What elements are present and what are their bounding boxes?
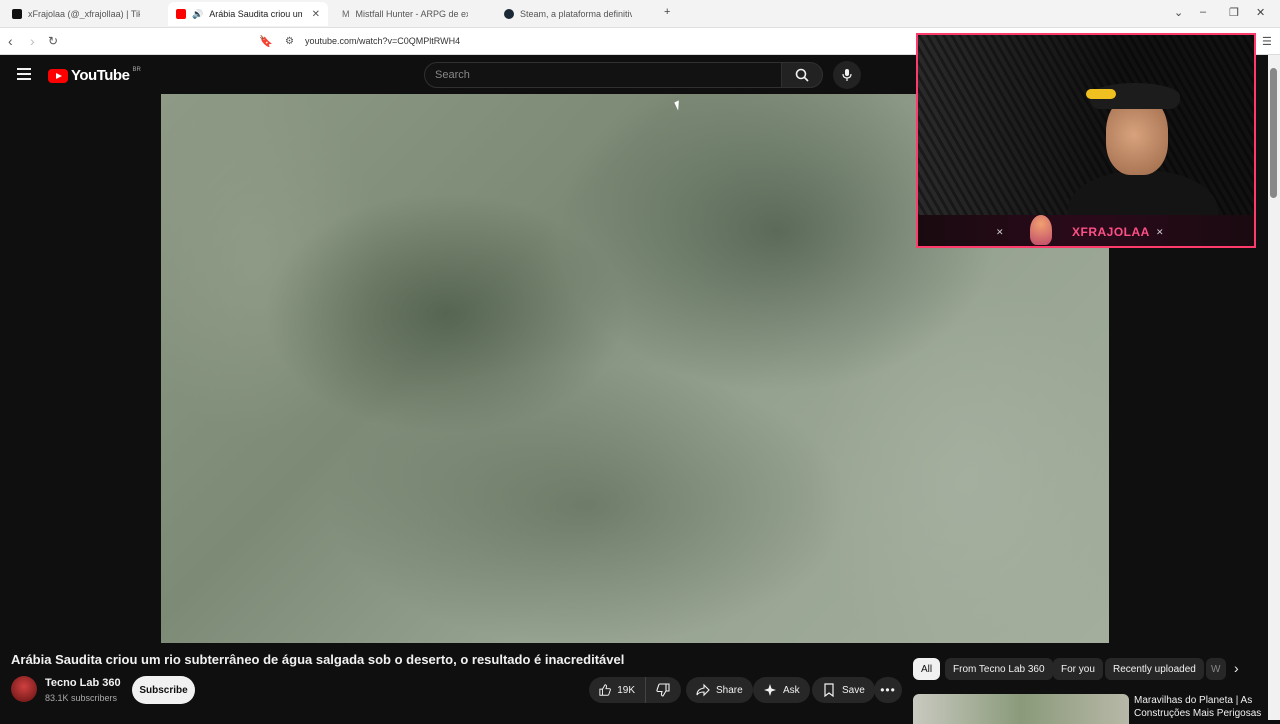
tab-steam[interactable]: Steam, a plataforma definitiva de jog xyxy=(496,2,656,26)
ask-label: Ask xyxy=(783,684,800,696)
new-tab-icon[interactable]: + xyxy=(664,6,670,18)
chip-from-channel[interactable]: From Tecno Lab 360 xyxy=(945,658,1053,680)
like-button[interactable]: 19K xyxy=(589,677,645,703)
voice-search-button[interactable] xyxy=(833,61,861,89)
country-code: BR xyxy=(132,66,141,73)
more-horizontal-icon: ••• xyxy=(880,683,896,697)
chip-for-you[interactable]: For you xyxy=(1053,658,1103,680)
bookmark-save-icon xyxy=(824,683,834,697)
steam-icon xyxy=(504,9,514,19)
browser-menu-icon[interactable]: ☰ xyxy=(1262,35,1272,48)
dislike-button[interactable] xyxy=(645,677,681,703)
close-tab-icon[interactable]: ✕ xyxy=(312,9,320,20)
youtube-play-icon xyxy=(48,68,68,83)
microphone-icon xyxy=(842,69,852,81)
tab-title: Steam, a plataforma definitiva de jog xyxy=(520,9,632,19)
tab-youtube-video[interactable]: 🔊 Arábia Saudita criou um rio s ✕ xyxy=(168,2,328,26)
like-count: 19K xyxy=(617,684,635,696)
gmail-icon: M xyxy=(342,9,350,19)
banner-x-icon: ✕ xyxy=(996,227,1004,237)
thumbs-up-icon xyxy=(599,684,611,696)
thumbs-down-icon xyxy=(656,683,670,697)
channel-avatar[interactable] xyxy=(11,676,37,702)
forward-icon[interactable]: › xyxy=(30,33,35,49)
save-button[interactable]: Save xyxy=(812,677,875,703)
share-icon xyxy=(696,683,710,697)
url-field[interactable]: youtube.com/watch?v=C0QMPltRWH4 xyxy=(305,36,460,46)
minimize-icon[interactable]: – xyxy=(1200,6,1206,18)
subscribe-button[interactable]: Subscribe xyxy=(132,676,195,704)
streamer-cap-brim xyxy=(1086,89,1116,99)
chevron-right-icon[interactable]: › xyxy=(1234,660,1239,676)
search-button[interactable] xyxy=(781,62,823,88)
search-input[interactable]: Search xyxy=(424,62,782,88)
subscriber-count: 83.1K subscribers xyxy=(45,693,118,703)
youtube-icon xyxy=(176,9,186,19)
close-window-icon[interactable]: ✕ xyxy=(1256,6,1265,19)
tab-tiktok[interactable]: xFrajolaa (@_xfrajollaa) | TikTok xyxy=(4,2,164,26)
tab-title: Arábia Saudita criou um rio s xyxy=(209,9,302,19)
tiktok-icon xyxy=(12,9,22,19)
tab-title: xFrajolaa (@_xfrajollaa) | TikTok xyxy=(28,9,140,19)
speaker-icon: 🔊 xyxy=(192,8,204,19)
search-icon xyxy=(795,68,809,82)
ask-button[interactable]: Ask xyxy=(753,677,810,703)
video-title: Arábia Saudita criou um rio subterrâneo … xyxy=(11,652,625,667)
reload-icon[interactable]: ↻ xyxy=(48,34,58,48)
share-label: Share xyxy=(716,684,743,696)
logo-text: YouTube xyxy=(71,67,130,84)
bookmark-icon[interactable]: 🔖 xyxy=(259,35,273,48)
save-label: Save xyxy=(842,684,865,696)
recommended-video-title[interactable]: Maravilhas do Planeta | As Construções M… xyxy=(1134,694,1264,720)
search-placeholder: Search xyxy=(435,69,470,81)
back-icon[interactable]: ‹ xyxy=(8,33,13,49)
tab-list-icon[interactable]: ⌄ xyxy=(1174,6,1183,19)
tab-mistfall[interactable]: M Mistfall Hunter - ARPG de extração d xyxy=(334,2,494,26)
chip-all[interactable]: All xyxy=(913,658,941,680)
site-info-icon[interactable]: ⚙ xyxy=(285,36,294,47)
banner-x-icon: ✕ xyxy=(1156,227,1164,237)
webcam-overlay: ✕ XFRAJOLAA ✕ xyxy=(916,33,1256,248)
channel-name[interactable]: Tecno Lab 360 xyxy=(45,677,121,689)
share-button[interactable]: Share xyxy=(686,677,753,703)
maximize-icon[interactable]: ❐ xyxy=(1229,6,1239,19)
mascot-icon xyxy=(1030,215,1052,245)
chip-partial[interactable]: W xyxy=(1206,658,1226,680)
youtube-logo[interactable]: YouTube BR xyxy=(48,67,141,84)
browser-tab-bar: xFrajolaa (@_xfrajollaa) | TikTok 🔊 Aráb… xyxy=(0,0,1280,28)
hamburger-menu-icon[interactable] xyxy=(17,68,31,80)
sparkle-icon xyxy=(764,684,776,696)
more-actions-button[interactable]: ••• xyxy=(874,677,902,703)
chip-recently-uploaded[interactable]: Recently uploaded xyxy=(1105,658,1204,680)
streamer-name: XFRAJOLAA xyxy=(1072,225,1150,239)
tab-title: Mistfall Hunter - ARPG de extração d xyxy=(355,9,468,19)
